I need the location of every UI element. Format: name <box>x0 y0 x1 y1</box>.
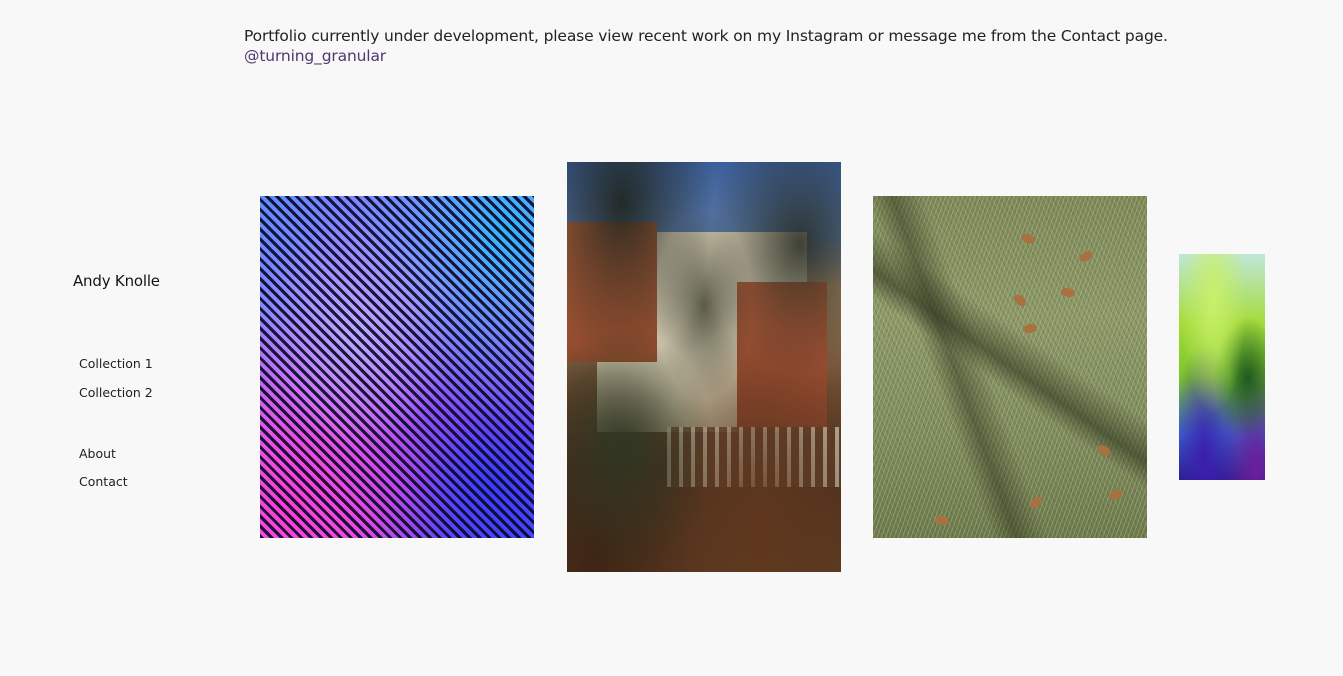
photo-leaf <box>1011 292 1029 309</box>
photo-leaf <box>1060 286 1076 299</box>
photo-leaf <box>1027 494 1045 511</box>
photo-leaf <box>934 514 950 527</box>
photo-leaf <box>1107 487 1125 502</box>
photo-foliage-detail <box>567 162 841 572</box>
instagram-link[interactable]: @turning_granular <box>244 46 1168 66</box>
development-notice: Portfolio currently under development, p… <box>244 26 1168 66</box>
photo-leaf <box>1095 443 1113 458</box>
gallery-photo-leaves-partial[interactable] <box>1179 254 1265 480</box>
gallery-photo-grass-shadow[interactable] <box>873 196 1147 538</box>
nav-item-collection-2[interactable]: Collection 2 <box>79 385 153 414</box>
gallery-photo-house-trees[interactable] <box>567 162 841 572</box>
collections-nav: Collection 1 Collection 2 <box>79 356 153 414</box>
photo-leaf <box>1022 322 1038 335</box>
nav-item-contact[interactable]: Contact <box>79 474 128 502</box>
notice-text: Portfolio currently under development, p… <box>244 27 1168 45</box>
photo-leaf <box>1077 249 1095 264</box>
nav-item-about[interactable]: About <box>79 446 128 474</box>
pages-nav: About Contact <box>79 446 128 502</box>
page: Portfolio currently under development, p… <box>0 0 1343 676</box>
photo-leaf <box>1019 231 1037 246</box>
site-title[interactable]: Andy Knolle <box>73 272 160 290</box>
gallery-photo-holographic-stripes[interactable] <box>260 196 534 538</box>
nav-item-collection-1[interactable]: Collection 1 <box>79 356 153 385</box>
